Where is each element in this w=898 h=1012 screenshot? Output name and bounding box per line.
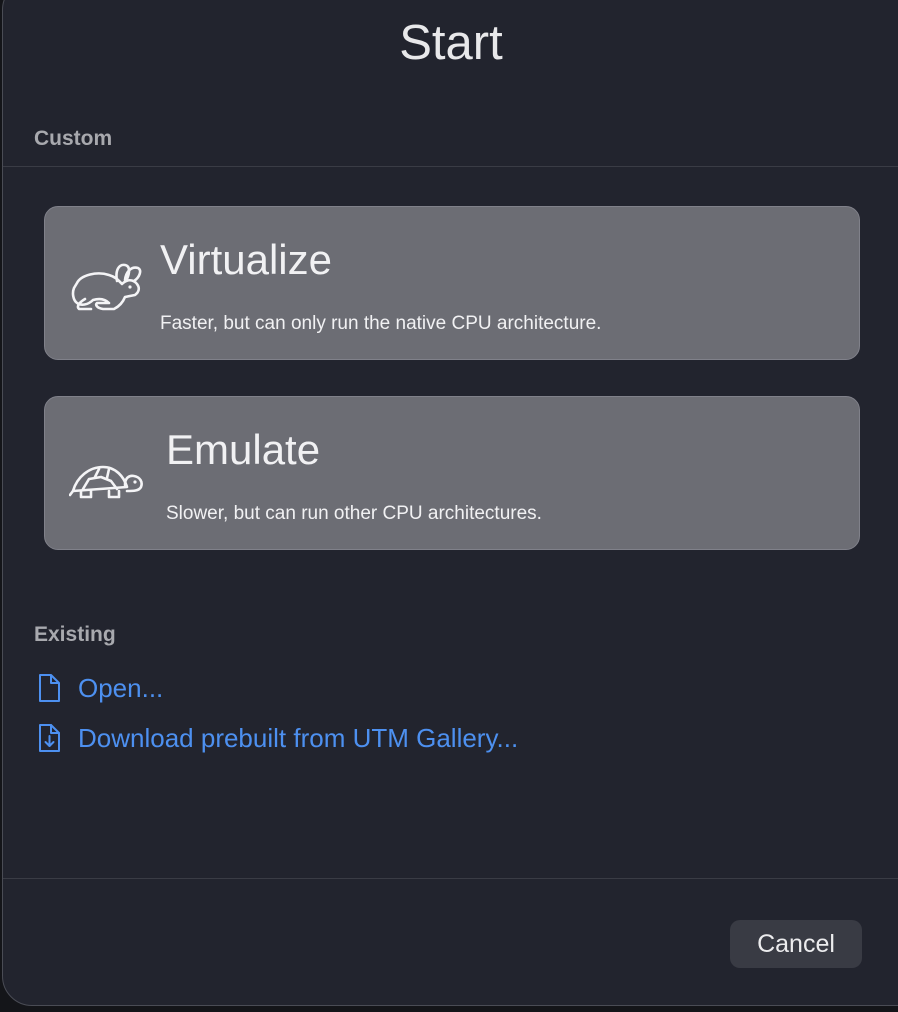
- rabbit-icon: [71, 263, 142, 311]
- cancel-button[interactable]: Cancel: [730, 920, 862, 968]
- custom-section-label: Custom: [34, 127, 113, 150]
- open-link[interactable]: Open...: [34, 670, 163, 706]
- existing-section-label: Existing: [34, 623, 116, 646]
- document-icon: [39, 674, 60, 702]
- emulate-title: Emulate: [166, 426, 321, 473]
- virtualize-option-button[interactable]: Virtualize Faster, but can only run the …: [44, 206, 860, 360]
- open-link-label: Open...: [78, 673, 164, 703]
- virtualize-description: Faster, but can only run the native CPU …: [160, 313, 602, 334]
- download-gallery-link[interactable]: Download prebuilt from UTM Gallery...: [34, 720, 518, 756]
- tortoise-icon: [69, 465, 143, 499]
- document-download-icon: [39, 724, 60, 752]
- footer-divider: [3, 878, 898, 879]
- custom-divider: [3, 166, 898, 167]
- download-gallery-link-label: Download prebuilt from UTM Gallery...: [78, 723, 519, 753]
- dialog-title: Start: [399, 16, 503, 70]
- emulate-option-button[interactable]: Emulate Slower, but can run other CPU ar…: [44, 396, 860, 550]
- emulate-description: Slower, but can run other CPU architectu…: [166, 503, 542, 524]
- virtualize-title: Virtualize: [160, 236, 332, 283]
